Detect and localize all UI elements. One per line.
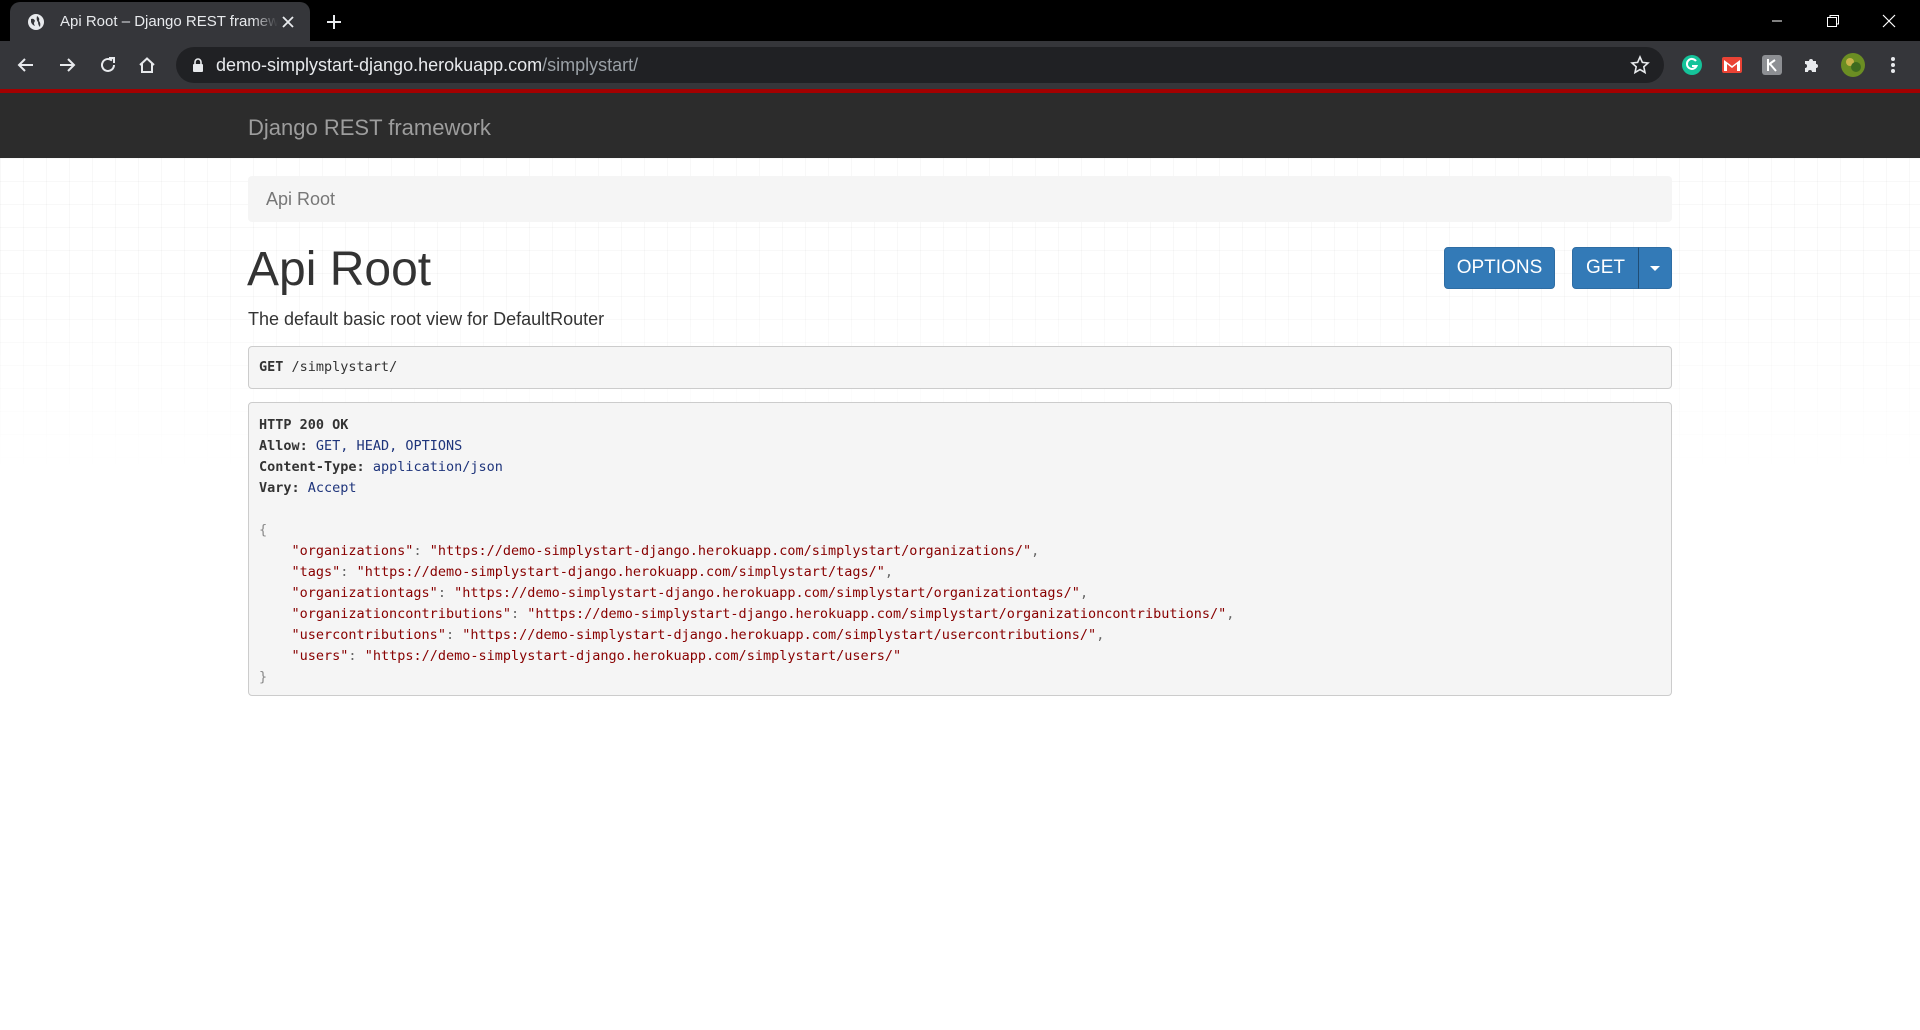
page-title: Api Root [247, 243, 432, 296]
browser-toolbar: demo-simplystart-django.herokuapp.com/si… [0, 41, 1920, 89]
bookmark-star-icon[interactable] [1628, 53, 1652, 77]
puzzle-icon[interactable] [1800, 53, 1824, 77]
json-key: "organizations" [291, 543, 414, 559]
json-url-link[interactable]: "https://demo-simplystart-django.herokua… [462, 627, 1096, 643]
request-path: /simplystart/ [291, 359, 398, 375]
json-key: "organizationcontributions" [291, 606, 511, 622]
header-name: Content-Type: [259, 459, 365, 475]
request-method: GET [259, 359, 284, 375]
new-tab-icon[interactable] [322, 10, 346, 34]
header-name: Vary: [259, 480, 300, 496]
json-open-brace: { [259, 522, 268, 538]
more-menu-icon[interactable] [1881, 53, 1905, 77]
json-key: "tags" [291, 564, 341, 580]
caret-down-icon [1650, 265, 1660, 271]
json-close-brace: } [259, 669, 268, 685]
back-icon[interactable] [10, 49, 42, 81]
restore-icon[interactable] [1810, 0, 1856, 41]
grammarly-icon[interactable] [1680, 53, 1704, 77]
drf-navbar: Django REST framework [0, 89, 1920, 158]
json-url-link[interactable]: "https://demo-simplystart-django.herokua… [527, 606, 1226, 622]
avatar[interactable] [1839, 51, 1867, 79]
header-value: GET, HEAD, OPTIONS [315, 438, 463, 454]
header-value: Accept [307, 480, 357, 496]
json-key: "users" [291, 648, 349, 664]
brand-link[interactable]: Django REST framework [248, 115, 491, 141]
json-key: "usercontributions" [291, 627, 446, 643]
breadcrumb: Api Root [248, 176, 1672, 222]
json-url-link[interactable]: "https://demo-simplystart-django.herokua… [357, 564, 885, 580]
json-url-link[interactable]: "https://demo-simplystart-django.herokua… [365, 648, 901, 664]
close-tab-icon[interactable] [278, 12, 298, 32]
response-info: HTTP 200 OK Allow: GET, HEAD, OPTIONS Co… [248, 402, 1672, 696]
json-url-link[interactable]: "https://demo-simplystart-django.herokua… [454, 585, 1080, 601]
reload-icon[interactable] [92, 49, 124, 81]
extension-icon[interactable] [1760, 53, 1784, 77]
forward-icon[interactable] [51, 49, 83, 81]
tab-title: Api Root – Django REST framework [60, 13, 279, 30]
page-description: The default basic root view for DefaultR… [248, 309, 605, 329]
browser-tab[interactable]: Api Root – Django REST framework [10, 2, 310, 41]
globe-icon [26, 12, 46, 32]
url-text: demo-simplystart-django.herokuapp.com/si… [216, 54, 639, 75]
get-button[interactable]: GET [1572, 247, 1639, 289]
lock-icon [192, 58, 204, 72]
address-bar[interactable]: demo-simplystart-django.herokuapp.com/si… [176, 47, 1664, 83]
get-format-dropdown-button[interactable] [1638, 247, 1672, 289]
json-key: "organizationtags" [291, 585, 438, 601]
json-url-link[interactable]: "https://demo-simplystart-django.herokua… [430, 543, 1031, 559]
browser-tabstrip: Api Root – Django REST framework [0, 0, 1920, 41]
options-button[interactable]: OPTIONS [1444, 247, 1555, 289]
header-value: application/json [372, 459, 503, 475]
request-info: GET /simplystart/ [248, 346, 1672, 389]
gmail-icon[interactable] [1720, 53, 1744, 77]
minimize-icon[interactable] [1754, 0, 1800, 41]
close-window-icon[interactable] [1866, 0, 1912, 41]
breadcrumb-item-api-root[interactable]: Api Root [266, 189, 335, 210]
header-name: Allow: [259, 438, 308, 454]
response-status: HTTP 200 OK [259, 417, 349, 433]
home-icon[interactable] [131, 49, 163, 81]
